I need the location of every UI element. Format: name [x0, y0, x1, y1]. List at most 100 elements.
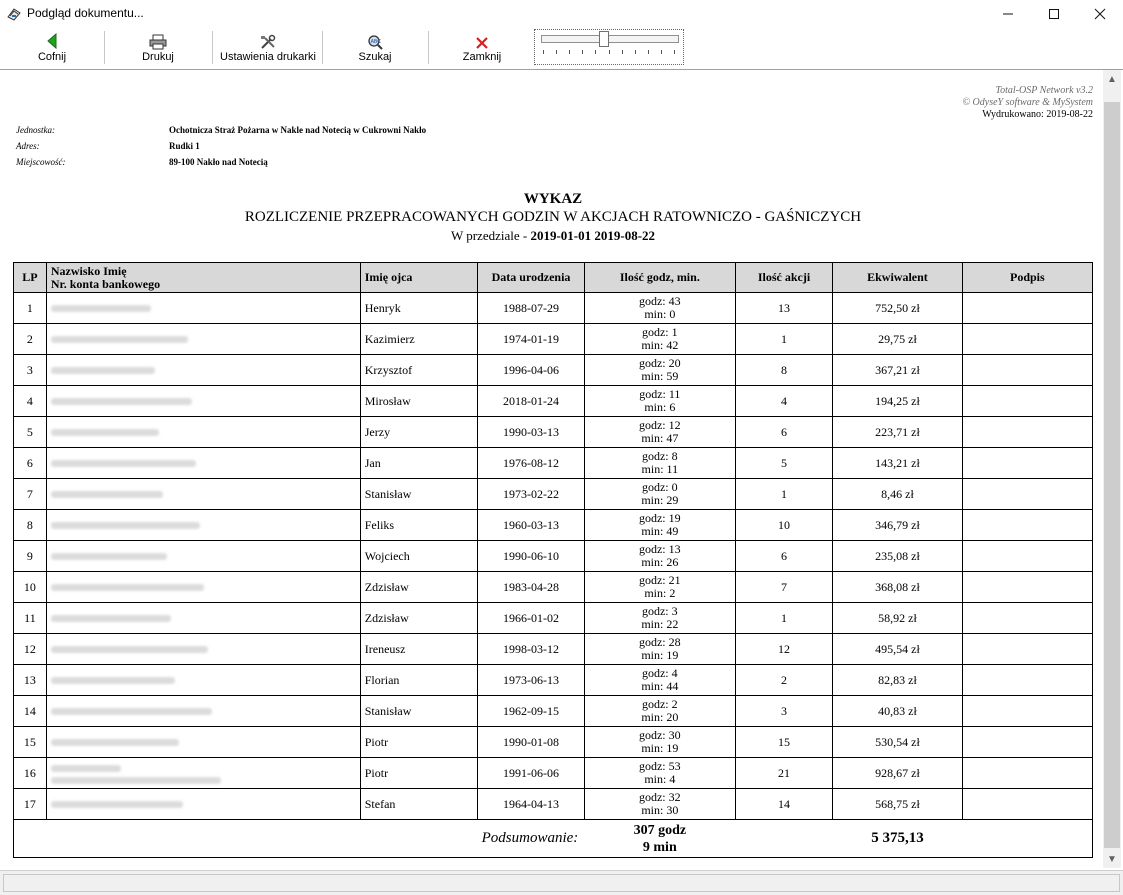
- cell-equiv: 8,46 zł: [832, 478, 963, 510]
- status-panel: [3, 874, 1120, 892]
- cell-equiv: 223,71 zł: [832, 416, 963, 448]
- close-window-button[interactable]: [1077, 0, 1123, 28]
- cell-sign: [961, 292, 1094, 324]
- address-value: Rudki 1: [169, 141, 200, 151]
- cell-father: Stanisław: [359, 478, 479, 510]
- cell-hours: godz: 4 min: 44: [583, 664, 736, 696]
- table-header: LP Nazwisko Imię Nr. konta bankowego Imi…: [13, 262, 1094, 293]
- scroll-down-icon[interactable]: ▼: [1103, 850, 1121, 868]
- cell-hours: godz: 43 min: 0: [583, 292, 736, 324]
- cell-minutes-value: min: 19: [641, 648, 679, 662]
- svg-text:ABC: ABC: [371, 39, 382, 45]
- printer-settings-label: Ustawienia drukarki: [220, 51, 316, 63]
- cell-minutes-value: min: 19: [641, 741, 679, 755]
- col-lp: LP: [13, 262, 47, 293]
- printer-settings-button[interactable]: Ustawienia drukarki: [216, 28, 320, 68]
- cell-hours: godz: 32 min: 30: [583, 788, 736, 820]
- zoom-slider[interactable]: [534, 29, 684, 65]
- cell-father: Zdzisław: [359, 571, 479, 603]
- table-row: 7 Stanisław 1973-02-22 godz: 0 min: 29 1 8,46 …: [13, 478, 1094, 510]
- cell-birth: 1998-03-12: [477, 633, 585, 665]
- cell-name-redacted: [45, 385, 361, 417]
- cell-birth: 1974-01-19: [477, 323, 585, 355]
- cell-name-redacted: [45, 354, 361, 386]
- cell-name-redacted: [45, 788, 361, 820]
- search-button[interactable]: ABC Szukaj: [340, 28, 410, 68]
- col-sign: Podpis: [961, 262, 1094, 293]
- cell-equiv: 752,50 zł: [832, 292, 963, 324]
- zoom-tick: [674, 50, 675, 54]
- back-label: Cofnij: [37, 51, 67, 63]
- cell-lp: 17: [13, 788, 47, 820]
- table-row: 1 Henryk 1988-07-29 godz: 43 min: 0 13 752,50 …: [13, 292, 1094, 324]
- col-name: Nazwisko Imię Nr. konta bankowego: [45, 262, 361, 293]
- cell-sign: [961, 757, 1094, 789]
- toolbar-separator: [104, 31, 105, 64]
- table-row: 12 Ireneusz 1998-03-12 godz: 28 min: 19 12 495…: [13, 633, 1094, 665]
- cell-father: Mirosław: [359, 385, 479, 417]
- cell-sign: [961, 323, 1094, 355]
- col-name-line-1: Nazwisko Imię: [50, 263, 127, 278]
- table-row: 9 Wojciech 1990-06-10 godz: 13 min: 26 6 235,0…: [13, 540, 1094, 572]
- cell-father: Kazimierz: [359, 323, 479, 355]
- summary-total: 5 375,13: [832, 819, 963, 858]
- summary-row: Podsumowanie: 307 godz 9 min 5 375,13: [13, 819, 1094, 858]
- cell-lp: 16: [13, 757, 47, 789]
- cell-name-redacted: [45, 695, 361, 727]
- col-equiv: Ekwiwalent: [832, 262, 963, 293]
- cell-equiv: 368,08 zł: [832, 571, 963, 603]
- cell-lp: 11: [13, 602, 47, 634]
- cell-hours: godz: 20 min: 59: [583, 354, 736, 386]
- cell-name-redacted: [45, 633, 361, 665]
- cell-minutes-value: min: 0: [644, 307, 676, 321]
- toolbar: Cofnij Drukuj Ustawienia drukarki ABC Sz…: [0, 28, 1123, 70]
- cell-hours: godz: 1 min: 42: [583, 323, 736, 355]
- cell-father: Stanisław: [359, 695, 479, 727]
- cell-equiv: 367,21 zł: [832, 354, 963, 386]
- maximize-button[interactable]: [1031, 0, 1077, 28]
- cell-actions: 1: [734, 602, 834, 634]
- zoom-tick: [660, 50, 662, 54]
- zoom-tick: [647, 50, 649, 54]
- cell-actions: 1: [734, 478, 834, 510]
- back-button[interactable]: Cofnij: [14, 28, 90, 68]
- col-birth: Data urodzenia: [477, 262, 585, 293]
- maximize-icon: [1049, 9, 1059, 19]
- cell-birth: 1964-04-13: [477, 788, 585, 820]
- cell-name-redacted: [45, 571, 361, 603]
- vertical-scrollbar[interactable]: ▲ ▼: [1103, 70, 1121, 868]
- cell-equiv: 194,25 zł: [832, 385, 963, 417]
- document-preview-icon: [7, 8, 21, 21]
- minimize-button[interactable]: [985, 0, 1031, 28]
- report-range: W przedziale - 2019-01-01 2019-08-22: [3, 228, 1103, 244]
- range-prefix: W przedziale -: [450, 228, 531, 243]
- cell-sign: [961, 633, 1094, 665]
- cell-equiv: 40,83 zł: [832, 695, 963, 727]
- zoom-track: [541, 35, 679, 43]
- cell-actions: 12: [734, 633, 834, 665]
- scroll-thumb[interactable]: [1104, 102, 1120, 848]
- col-name-line-2: Nr. konta bankowego: [50, 276, 161, 291]
- cell-equiv: 495,54 zł: [832, 633, 963, 665]
- cell-birth: 1976-08-12: [477, 447, 585, 479]
- summary-spacer: [735, 819, 833, 858]
- title-bar: Podgląd dokumentu...: [0, 0, 1123, 28]
- cell-sign: [961, 540, 1094, 572]
- cell-equiv: 82,83 zł: [832, 664, 963, 696]
- cell-lp: 4: [13, 385, 47, 417]
- print-button[interactable]: Drukuj: [118, 28, 198, 68]
- cell-name-redacted: [45, 416, 361, 448]
- cell-minutes-value: min: 42: [641, 338, 679, 352]
- range-value: 2019-01-01 2019-08-22: [530, 228, 656, 243]
- cell-sign: [961, 416, 1094, 448]
- cell-hours: godz: 2 min: 20: [583, 695, 736, 727]
- status-bar: [0, 870, 1123, 895]
- report-page: Total-OSP Network v3.2 © OdyseY software…: [3, 70, 1103, 870]
- cell-sign: [961, 447, 1094, 479]
- cell-name-redacted: [45, 540, 361, 572]
- zoom-ticks: [543, 50, 675, 55]
- cell-birth: 1990-01-08: [477, 726, 585, 758]
- close-preview-button[interactable]: Zamknij: [446, 28, 518, 68]
- zoom-thumb[interactable]: [598, 31, 609, 47]
- scroll-up-icon[interactable]: ▲: [1103, 70, 1121, 88]
